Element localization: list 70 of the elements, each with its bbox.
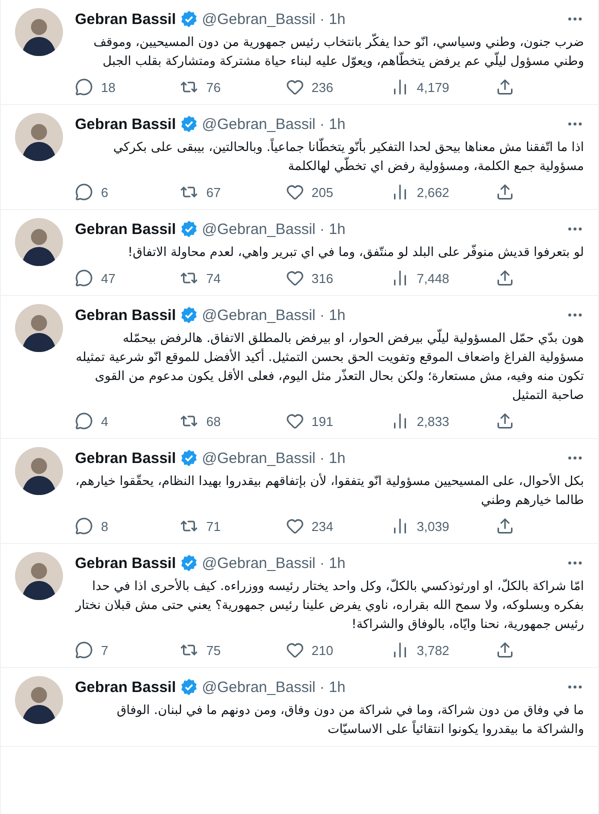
tweet-meta: @Gebran_Bassil · 1h (202, 554, 346, 572)
share-icon[interactable] (496, 517, 514, 535)
tweet-text: لو بتعرفوا قديش منوفّر على البلد لو منتّفق، وما في اي تبرير واهي، لعدم محاولة الاتفاق! (126, 243, 584, 261)
action-count: 71 (206, 518, 221, 534)
action-count: 8 (101, 518, 108, 534)
share-icon[interactable] (496, 412, 514, 430)
reply-icon[interactable] (75, 183, 93, 201)
reply-icon[interactable] (75, 269, 93, 287)
like-icon[interactable] (286, 412, 304, 430)
tweet-meta: @Gebran_Bassil · 1h (202, 306, 346, 324)
action-count: 205 (312, 184, 334, 200)
avatar[interactable] (15, 304, 63, 352)
reply-icon[interactable] (75, 78, 93, 96)
action-count: 4,179 (416, 80, 450, 94)
share-icon[interactable] (496, 78, 514, 96)
tweet-meta: @Gebran_Bassil · 1h (202, 116, 346, 132)
action-count: 234 (312, 518, 334, 534)
tweet-meta: @Gebran_Bassil · 1h (202, 450, 346, 466)
avatar[interactable] (15, 552, 63, 600)
tweet-meta: @Gebran_Bassil · 1h (202, 10, 346, 28)
action-count: 236 (312, 80, 334, 94)
action-count: 191 (312, 414, 334, 428)
action-count: 2,662 (416, 184, 450, 200)
avatar[interactable] (15, 676, 63, 724)
action-count: 210 (312, 642, 334, 658)
author-name[interactable]: Gebran Bassil (75, 554, 176, 572)
author-name[interactable]: Gebran Bassil (75, 116, 176, 132)
action-count: 4 (101, 414, 108, 428)
reply-icon[interactable] (75, 517, 93, 535)
action-count: 6 (101, 184, 108, 200)
like-icon[interactable] (286, 641, 304, 659)
author-name[interactable]: Gebran Bassil (75, 10, 176, 28)
reply-icon[interactable] (75, 412, 93, 430)
action-count: 3,782 (416, 642, 450, 658)
tweet-text: بكل الأحوال، على المسيحيين مسؤولية انّو يتفقوا، لأن بإتفاقهم بيقدروا بهيدا النظام، يحقّقوا خيارهم، طالما خيارهم وطني (75, 472, 584, 509)
tweet-meta: @Gebran_Bassil · 1h (202, 678, 346, 696)
share-icon[interactable] (496, 269, 514, 287)
action-count: 316 (312, 270, 334, 286)
action-count: 74 (206, 270, 221, 286)
tweet-text: هون بدّي حمّل المسؤولية ليلّي بيرفض الحوار، او بيرفض بالمطلق الاتفاق. هالرفض بيحمّله مسؤولية الفراغ واضعاف الموقع وتفويت الحق بحسن التمثيل. أكيد الأفضل للموقع انّو شرعية تمثيله تكون منه وفيه، مش مستعارة؛ ولكن بحال التعذّر مثل اليوم، فعلى الأقل يكون مدعوم من القوى صاحبة التمثيل (75, 328, 584, 404)
author-name[interactable]: Gebran Bassil (75, 306, 176, 324)
tweet-text: امّا شراكة بالكلّ، او اورثوذكسي بالكلّ، وكل واحد يختار رئيسه ووزراءه. كيف بالأحرى اذا في حدا بفكره وبسلوكه، ولا سمح الله بقراره، ناوي يفرض علينا رئيس جمهورية؟ يعني حتى مش قبلان نختار رئيس جمهورية، نحنا وايّاه، بالوفاق والشراكة! (75, 577, 584, 633)
author-name[interactable]: Gebran Bassil (75, 450, 176, 466)
avatar[interactable] (15, 113, 63, 161)
action-count: 47 (101, 270, 116, 286)
avatar[interactable] (15, 447, 63, 495)
action-count: 3,039 (416, 518, 450, 534)
tweet-text: ما في وفاق من دون شراكة، وما في شراكة من دون وفاق، ومن دونهم ما في لبنان. الوفاق والشراكة ما بيقدروا يكونوا انتقائياً على الاساسيّات (116, 701, 584, 738)
reply-icon[interactable] (75, 641, 93, 659)
tweet-meta: @Gebran_Bassil · 1h (202, 220, 346, 238)
share-icon[interactable] (496, 183, 514, 201)
avatar[interactable] (15, 8, 63, 56)
like-icon[interactable] (286, 517, 304, 535)
like-icon[interactable] (286, 78, 304, 96)
like-icon[interactable] (286, 269, 304, 287)
action-count: 2,833 (416, 414, 450, 428)
share-icon[interactable] (496, 641, 514, 659)
action-count: 76 (206, 80, 221, 94)
action-count: 68 (206, 414, 221, 428)
tweet-text: ضرب جنون، وطني وسياسي، انّو حدا يفكّر بانتخاب رئيس جمهورية من دون المسيحيين، وموقف وطني مسؤول ليلّي عم يرفض يتخطّاهم، ويعوّل عليه لبناء حياة مشتركة ومتشاركة بقلب الجبل (92, 32, 584, 70)
tweet-text: اذا ما اتّفقنا مش معناها بيحق لحدا التفكير بأنّو يتخطّانا جماعياً. وبالحالتين، بيبقى على بكركي مسؤولية جمع الكلمة، ومسؤولية رفض اي تخطّي لهالكلمة (112, 137, 584, 175)
like-icon[interactable] (286, 183, 304, 201)
action-count: 67 (206, 184, 221, 200)
action-count: 7,448 (416, 270, 450, 286)
action-count: 18 (101, 80, 116, 94)
avatar[interactable] (15, 218, 63, 266)
action-count: 7 (101, 642, 108, 658)
author-name[interactable]: Gebran Bassil (75, 220, 176, 238)
action-count: 75 (206, 642, 221, 658)
author-name[interactable]: Gebran Bassil (75, 678, 176, 696)
